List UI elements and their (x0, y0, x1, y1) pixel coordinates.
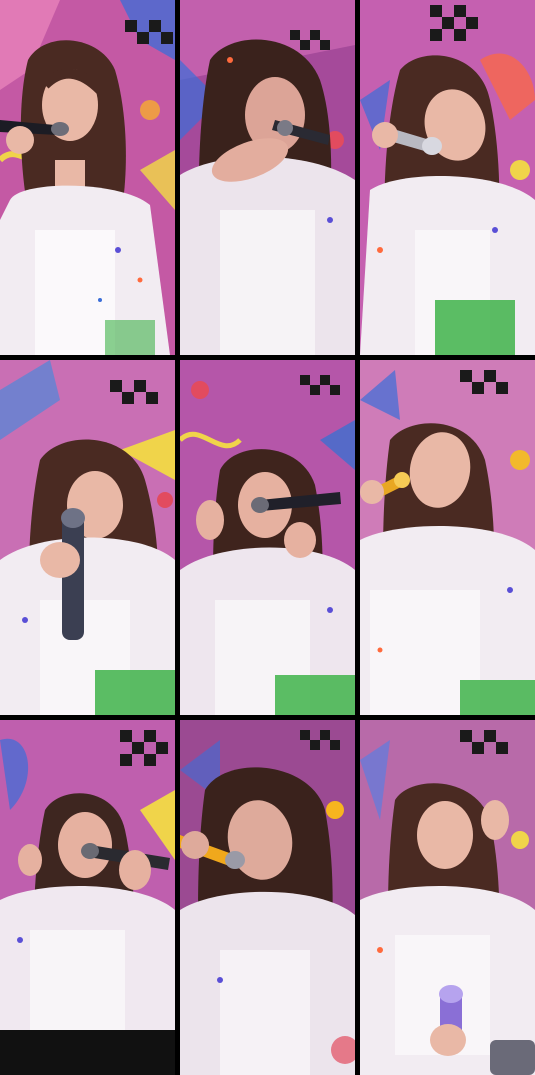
collage-photo-3 (360, 0, 535, 355)
collage-photo-9 (360, 720, 535, 1075)
collage-photo-8 (180, 720, 355, 1075)
collage-photo-5 (180, 360, 355, 715)
collage-photo-1 (0, 0, 175, 355)
collage-photo-2 (180, 0, 355, 355)
collage-photo-4 (0, 360, 175, 715)
photo-collage (0, 0, 535, 1075)
collage-photo-7 (0, 720, 175, 1075)
collage-photo-6 (360, 360, 535, 715)
